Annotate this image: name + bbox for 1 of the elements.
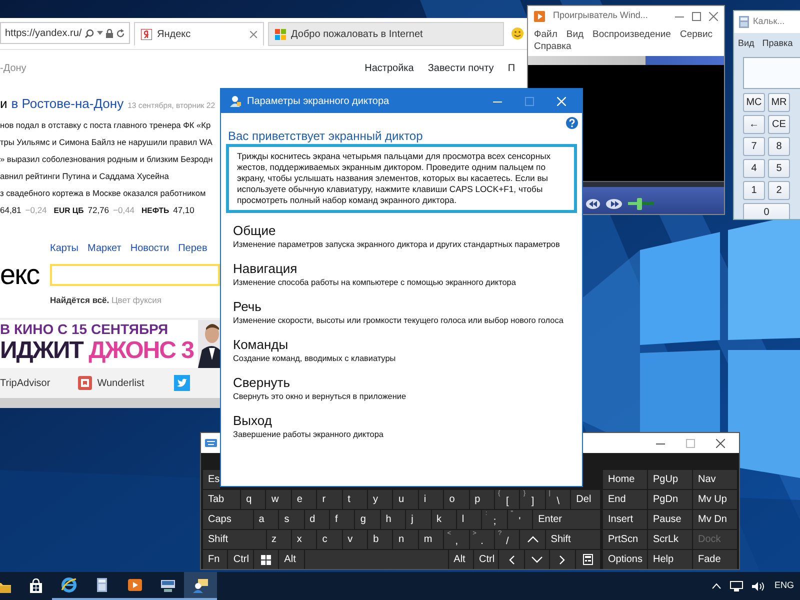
- language-indicator[interactable]: ENG: [774, 579, 794, 593]
